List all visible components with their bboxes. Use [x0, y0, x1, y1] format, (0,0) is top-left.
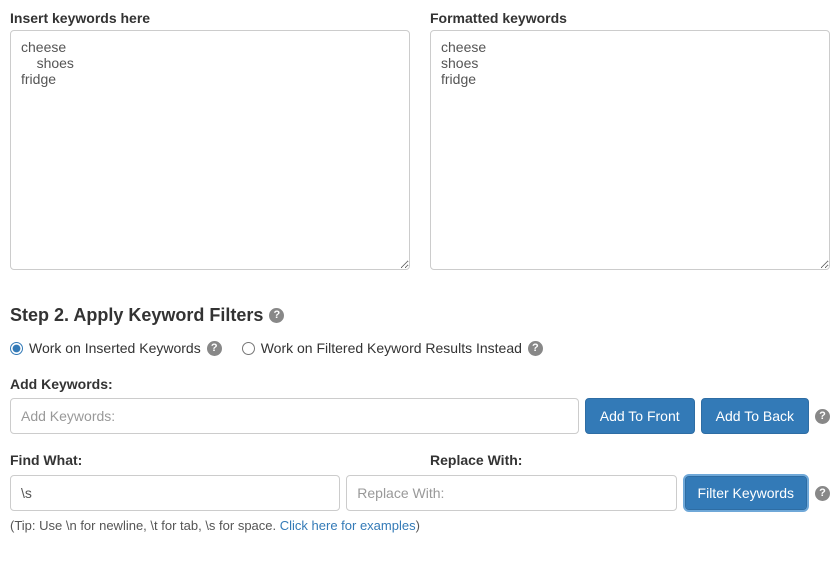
insert-keywords-panel: Insert keywords here [10, 10, 410, 275]
replace-with-input[interactable] [346, 475, 676, 511]
keyword-panels: Insert keywords here Formatted keywords [10, 10, 830, 275]
find-what-label: Find What: [10, 452, 410, 468]
insert-keywords-label: Insert keywords here [10, 10, 410, 26]
add-keywords-input[interactable] [10, 398, 579, 434]
find-replace-group: Find What: Replace With: Filter Keywords… [10, 452, 830, 533]
add-keywords-label: Add Keywords: [10, 376, 830, 392]
radio-inserted-wrapper: Work on Inserted Keywords ? [10, 340, 222, 356]
tip-text: (Tip: Use \n for newline, \t for tab, \s… [10, 518, 830, 533]
help-icon[interactable]: ? [207, 341, 222, 356]
formatted-keywords-label: Formatted keywords [430, 10, 830, 26]
tip-pre: (Tip: Use \n for newline, \t for tab, \s… [10, 518, 280, 533]
replace-with-label: Replace With: [430, 452, 830, 468]
work-on-radio-group: Work on Inserted Keywords ? Work on Filt… [10, 340, 830, 356]
add-keywords-group: Add Keywords: Add To Front Add To Back ? [10, 376, 830, 434]
add-to-front-button[interactable]: Add To Front [585, 398, 695, 434]
replace-with-sub: Replace With: [430, 452, 830, 474]
radio-inserted-text: Work on Inserted Keywords [29, 340, 201, 356]
find-what-input[interactable] [10, 475, 340, 511]
insert-keywords-textarea[interactable] [10, 30, 410, 270]
tip-post: ) [416, 518, 420, 533]
formatted-keywords-textarea[interactable] [430, 30, 830, 270]
add-to-back-button[interactable]: Add To Back [701, 398, 809, 434]
help-icon[interactable]: ? [528, 341, 543, 356]
radio-filtered-label[interactable]: Work on Filtered Keyword Results Instead [242, 340, 522, 356]
filter-keywords-button[interactable]: Filter Keywords [683, 474, 809, 512]
radio-filtered-text: Work on Filtered Keyword Results Instead [261, 340, 522, 356]
help-icon[interactable]: ? [815, 409, 830, 424]
examples-link[interactable]: Click here for examples [280, 518, 416, 533]
radio-filtered[interactable] [242, 342, 255, 355]
help-icon[interactable]: ? [815, 486, 830, 501]
step2-heading: Step 2. Apply Keyword Filters ? [10, 305, 830, 326]
radio-filtered-wrapper: Work on Filtered Keyword Results Instead… [242, 340, 543, 356]
formatted-keywords-panel: Formatted keywords [430, 10, 830, 275]
radio-inserted[interactable] [10, 342, 23, 355]
step2-heading-text: Step 2. Apply Keyword Filters [10, 305, 263, 326]
radio-inserted-label[interactable]: Work on Inserted Keywords [10, 340, 201, 356]
help-icon[interactable]: ? [269, 308, 284, 323]
find-what-sub: Find What: [10, 452, 410, 474]
